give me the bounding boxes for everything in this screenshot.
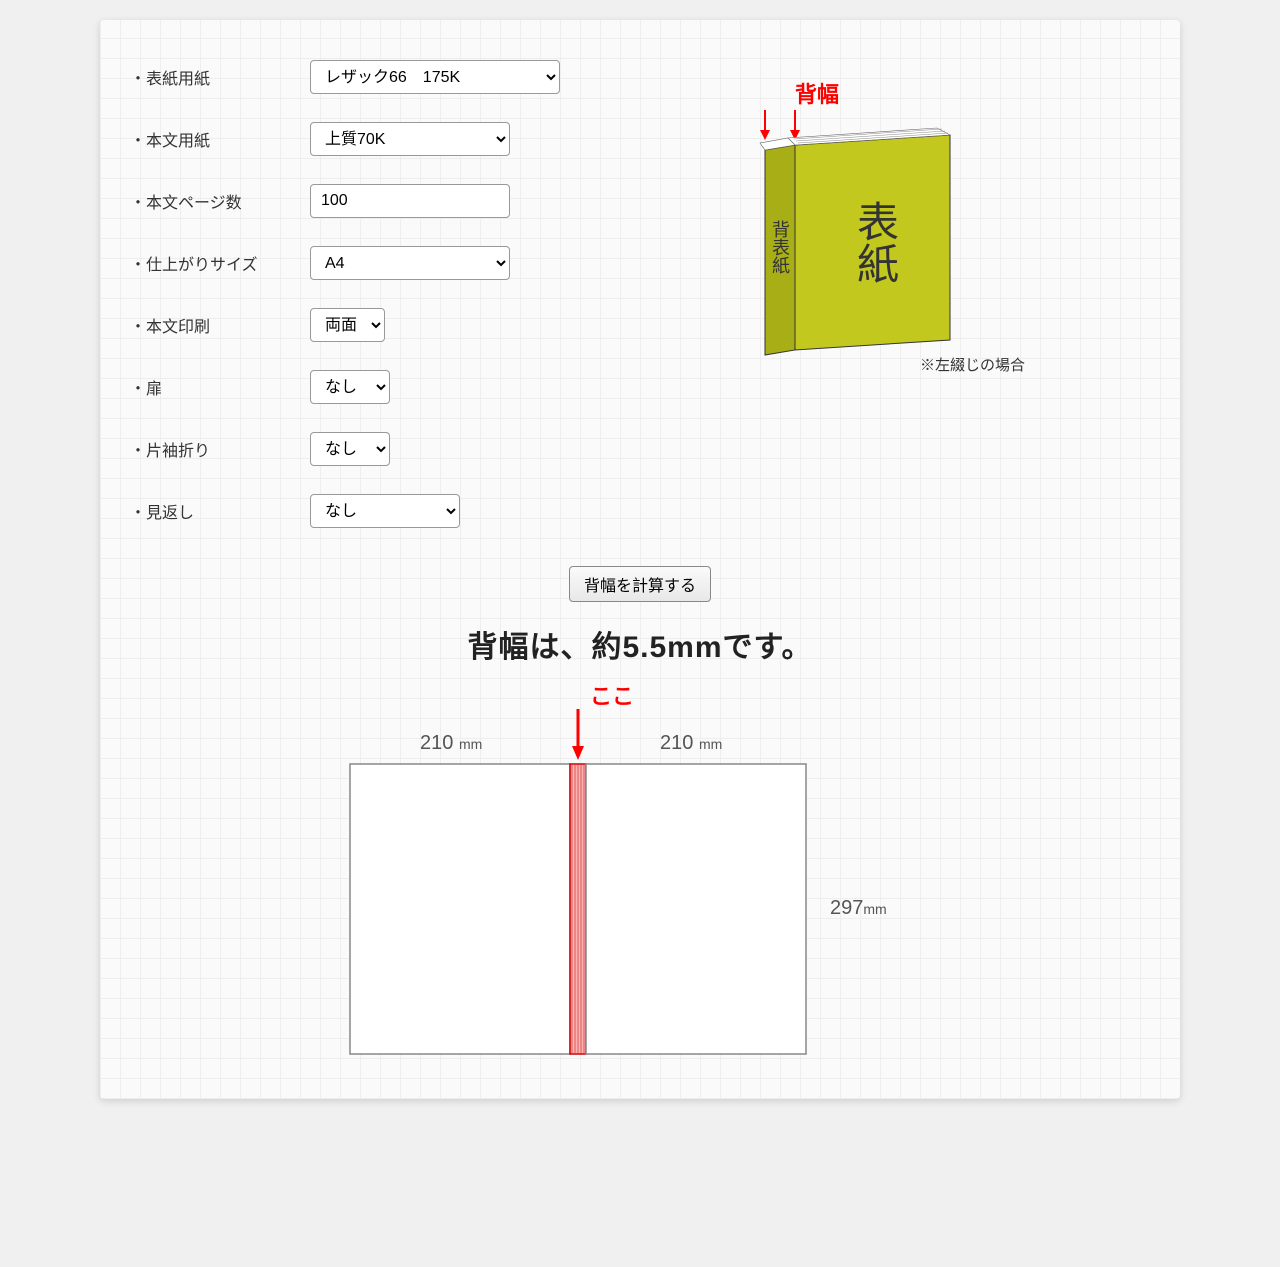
svg-text:210 mm: 210 mm bbox=[660, 732, 722, 754]
select-tobira[interactable]: なし bbox=[310, 370, 390, 404]
label-flap: ・片袖折り bbox=[130, 437, 310, 461]
row-body-paper: ・本文用紙 上質70K bbox=[130, 122, 590, 156]
label-body-print: ・本文印刷 bbox=[130, 313, 310, 337]
svg-text:210 mm: 210 mm bbox=[420, 732, 482, 754]
select-finish-size[interactable]: A4 bbox=[310, 246, 510, 280]
select-body-print[interactable]: 両面 bbox=[310, 308, 385, 342]
top-section: ・表紙用紙 レザック66 175K ・本文用紙 上質70K ・本文ページ数 ・仕… bbox=[130, 60, 1150, 556]
calculate-button[interactable]: 背幅を計算する bbox=[569, 566, 711, 602]
spine-width-label: 背幅 bbox=[795, 82, 839, 107]
row-body-print: ・本文印刷 両面 bbox=[130, 308, 590, 342]
label-finish-size: ・仕上がりサイズ bbox=[130, 251, 310, 275]
select-flap[interactable]: なし bbox=[310, 432, 390, 466]
cover-spread-icon: ここ 210 mm 210 mm 297mm bbox=[290, 684, 990, 1064]
select-mikaeshi[interactable]: なし bbox=[310, 494, 460, 528]
row-cover-paper: ・表紙用紙 レザック66 175K bbox=[130, 60, 590, 94]
row-finish-size: ・仕上がりサイズ A4 bbox=[130, 246, 590, 280]
select-cover-paper[interactable]: レザック66 175K bbox=[310, 60, 560, 94]
select-body-paper[interactable]: 上質70K bbox=[310, 122, 510, 156]
form-column: ・表紙用紙 レザック66 175K ・本文用紙 上質70K ・本文ページ数 ・仕… bbox=[130, 60, 590, 556]
row-tobira: ・扉 なし bbox=[130, 370, 590, 404]
label-mikaeshi: ・見返し bbox=[130, 499, 310, 523]
result-text: 背幅は、約5.5mmです。 bbox=[130, 622, 1150, 666]
label-body-paper: ・本文用紙 bbox=[130, 127, 310, 151]
row-flap: ・片袖折り なし bbox=[130, 432, 590, 466]
label-page-count: ・本文ページ数 bbox=[130, 189, 310, 213]
front-cover-text: 表紙 bbox=[852, 200, 899, 284]
row-page-count: ・本文ページ数 bbox=[130, 184, 590, 218]
calc-button-row: 背幅を計算する bbox=[130, 566, 1150, 602]
svg-text:297mm: 297mm bbox=[830, 897, 887, 919]
spine-text: 背表紙 bbox=[770, 220, 790, 274]
diagram-column: 背幅 背表紙 表紙 bbox=[620, 60, 1150, 556]
row-mikaeshi: ・見返し なし bbox=[130, 494, 590, 528]
input-page-count[interactable] bbox=[310, 184, 510, 218]
spread-diagram: ここ 210 mm 210 mm 297mm bbox=[290, 684, 990, 1069]
label-tobira: ・扉 bbox=[130, 375, 310, 399]
label-cover-paper: ・表紙用紙 bbox=[130, 65, 310, 89]
page-container: ・表紙用紙 レザック66 175K ・本文用紙 上質70K ・本文ページ数 ・仕… bbox=[100, 20, 1180, 1099]
binding-note: ※左綴じの場合 bbox=[920, 357, 1025, 374]
here-label: ここ bbox=[590, 684, 634, 709]
book-diagram-icon: 背幅 背表紙 表紙 bbox=[620, 70, 1040, 390]
